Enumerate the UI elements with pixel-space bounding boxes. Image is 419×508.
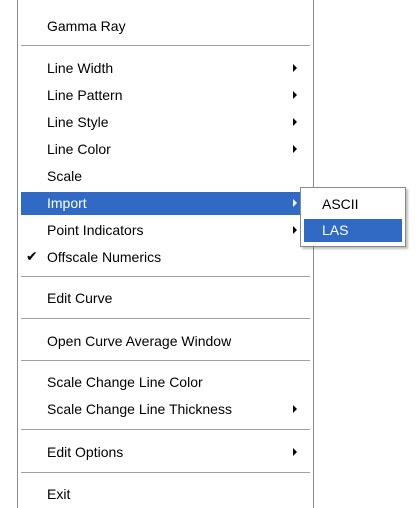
menu-item-label: Edit Options xyxy=(47,444,124,460)
chevron-right-icon xyxy=(293,64,297,72)
menu-item-label: Line Width xyxy=(47,60,114,76)
menu-item-scale[interactable]: Scale xyxy=(21,165,310,188)
menu-item-label: Import xyxy=(47,195,87,211)
menu-item-line-style[interactable]: Line Style xyxy=(21,111,310,134)
menu-item-exit[interactable]: Exit xyxy=(21,483,310,506)
menu-item-label: Line Pattern xyxy=(47,87,123,103)
menu-item-label: Scale Change Line Color xyxy=(47,374,203,390)
submenu-item-label: ASCII xyxy=(322,196,359,212)
menu-item-offscale-numerics[interactable]: ✔ Offscale Numerics xyxy=(21,246,310,269)
context-menu: Gamma Ray Line Width Line Pattern Line S… xyxy=(17,0,314,508)
submenu-item-ascii[interactable]: ASCII xyxy=(304,193,402,216)
menu-item-gamma-ray[interactable]: Gamma Ray xyxy=(21,15,310,38)
menu-item-scale-change-line-color[interactable]: Scale Change Line Color xyxy=(21,371,310,394)
menu-separator xyxy=(21,318,310,320)
import-submenu: ASCII LAS xyxy=(300,187,406,247)
menu-item-label: Offscale Numerics xyxy=(47,249,162,265)
menu-separator xyxy=(21,429,310,431)
menu-separator xyxy=(21,360,310,362)
chevron-right-icon xyxy=(293,226,297,234)
chevron-right-icon xyxy=(293,405,297,413)
chevron-right-icon xyxy=(293,199,297,207)
menu-item-label: Scale Change Line Thickness xyxy=(47,401,232,417)
menu-item-line-width[interactable]: Line Width xyxy=(21,57,310,80)
menu-item-label: Scale xyxy=(47,168,83,184)
menu-separator xyxy=(21,276,310,278)
menu-item-import[interactable]: Import xyxy=(21,192,310,215)
chevron-right-icon xyxy=(293,448,297,456)
chevron-right-icon xyxy=(293,118,297,126)
menu-item-edit-options[interactable]: Edit Options xyxy=(21,441,310,464)
submenu-item-label: LAS xyxy=(322,222,349,238)
menu-item-line-pattern[interactable]: Line Pattern xyxy=(21,84,310,107)
menu-item-edit-curve[interactable]: Edit Curve xyxy=(21,287,310,310)
menu-item-label: Edit Curve xyxy=(47,290,113,306)
chevron-right-icon xyxy=(293,91,297,99)
menu-item-label: Line Color xyxy=(47,141,111,157)
menu-item-point-indicators[interactable]: Point Indicators xyxy=(21,219,310,242)
submenu-item-las[interactable]: LAS xyxy=(304,219,402,242)
menu-item-label: Gamma Ray xyxy=(47,18,126,34)
chevron-right-icon xyxy=(293,145,297,153)
menu-item-label: Open Curve Average Window xyxy=(47,333,232,349)
menu-separator xyxy=(21,472,310,474)
checkmark-icon: ✔ xyxy=(26,248,38,264)
menu-item-open-curve-average-window[interactable]: Open Curve Average Window xyxy=(21,330,310,353)
menu-item-scale-change-line-thickness[interactable]: Scale Change Line Thickness xyxy=(21,398,310,421)
menu-item-line-color[interactable]: Line Color xyxy=(21,138,310,161)
menu-item-label: Line Style xyxy=(47,114,109,130)
menu-item-label: Point Indicators xyxy=(47,222,144,238)
menu-item-label: Exit xyxy=(47,486,71,502)
menu-separator xyxy=(21,45,310,47)
